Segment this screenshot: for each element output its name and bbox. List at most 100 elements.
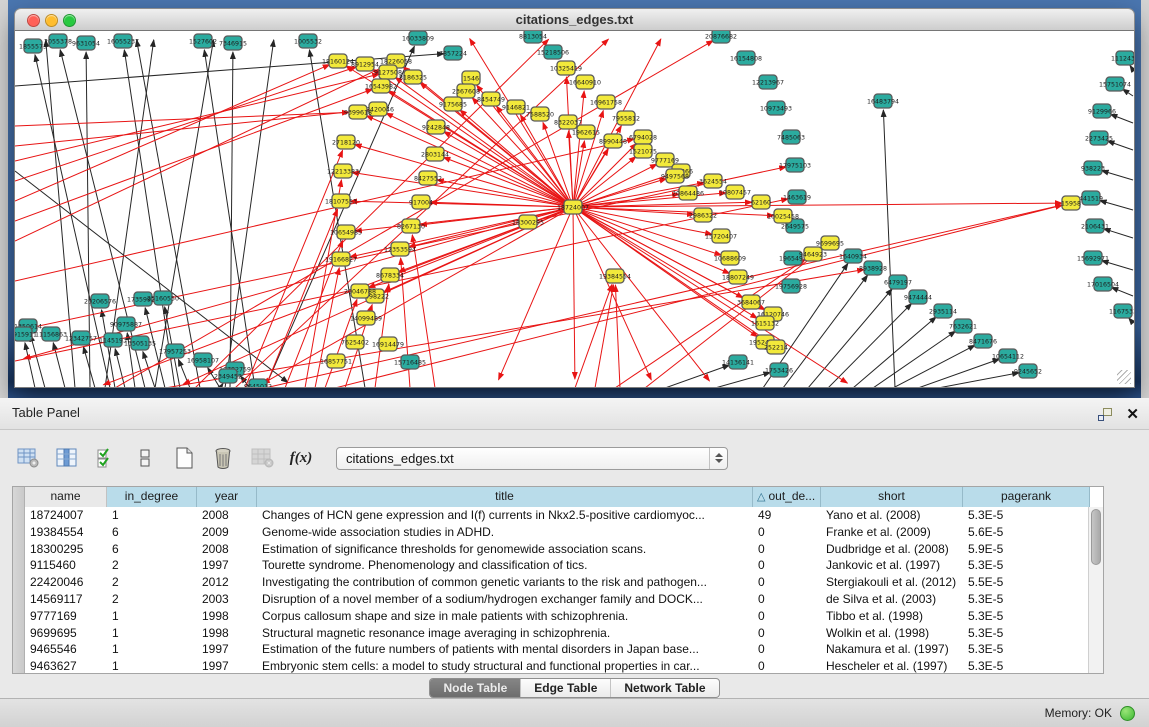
column-header-in_degree[interactable]: in_degree: [107, 487, 197, 507]
column-visibility-icon[interactable]: [55, 446, 79, 470]
delete-icon[interactable]: [211, 446, 235, 470]
network-node-teal[interactable]: 7346915: [219, 36, 247, 50]
network-node-yellow[interactable]: 16914479: [372, 337, 404, 351]
network-node-yellow[interactable]: 18107553: [325, 194, 357, 208]
network-node-yellow[interactable]: 6794028: [629, 130, 657, 144]
network-node-teal[interactable]: 7485063: [777, 130, 805, 144]
table-row[interactable]: 911546021997Tourette syndrome. Phenomeno…: [25, 557, 1088, 574]
table-row[interactable]: 977716911998Corpus callosum shape and si…: [25, 608, 1088, 625]
memory-status-indicator[interactable]: [1120, 706, 1135, 721]
network-node-teal[interactable]: 16483794: [867, 94, 899, 108]
network-edge-black[interactable]: [715, 372, 770, 388]
function-builder-icon[interactable]: f(x): [289, 446, 313, 470]
column-header-out_de[interactable]: △out_de...: [753, 487, 821, 507]
network-edge-red[interactable]: [444, 132, 573, 207]
network-node-teal[interactable]: 1167533: [1109, 304, 1134, 318]
network-edge-black[interactable]: [1129, 318, 1133, 323]
network-edge-red[interactable]: [573, 207, 709, 381]
window-resize-grip[interactable]: [1117, 370, 1131, 384]
table-selector-dropdown[interactable]: citations_edges.txt: [336, 447, 728, 470]
network-edge-red[interactable]: [235, 39, 608, 388]
network-node-teal[interactable]: 9474444: [904, 290, 932, 304]
network-node-yellow[interactable]: 9242848: [422, 120, 450, 134]
network-node-yellow[interactable]: 2718120: [332, 135, 360, 149]
network-node-teal[interactable]: 16958107: [187, 353, 219, 367]
network-node-teal[interactable]: 9129966: [1088, 104, 1116, 118]
column-header-title[interactable]: title: [257, 487, 753, 507]
close-panel-icon[interactable]: ✕: [1126, 407, 1139, 422]
network-node-teal[interactable]: 1005532: [294, 34, 322, 48]
table-row[interactable]: 1456911722003Disruption of a novel membe…: [25, 591, 1088, 608]
table-row[interactable]: 1938455462009Genome-wide association stu…: [25, 524, 1088, 541]
network-node-teal[interactable]: 13505135: [124, 336, 156, 350]
tab-edge-table[interactable]: Edge Table: [521, 679, 611, 697]
network-node-teal[interactable]: 9245652: [1014, 364, 1042, 378]
network-edge-black[interactable]: [1122, 89, 1133, 96]
network-edge-black[interactable]: [665, 365, 730, 388]
network-node-teal[interactable]: 14136141: [722, 355, 754, 369]
network-node-teal[interactable]: 938223: [1081, 161, 1105, 175]
select-columns-icon[interactable]: [94, 446, 118, 470]
network-edge-red[interactable]: [315, 268, 339, 388]
network-edge-black[interactable]: [30, 335, 45, 388]
network-node-yellow[interactable]: 252214: [764, 340, 788, 354]
rows-icon[interactable]: [133, 446, 157, 470]
network-edge-red[interactable]: [15, 110, 369, 146]
network-node-yellow[interactable]: 16640910: [569, 75, 601, 89]
network-node-yellow[interactable]: 7588520: [526, 107, 554, 121]
network-edge-black[interactable]: [1110, 114, 1133, 123]
network-node-teal[interactable]: 7857224: [439, 46, 467, 60]
network-edge-red[interactable]: [573, 157, 636, 207]
network-edge-red[interactable]: [335, 205, 1062, 388]
network-node-teal[interactable]: 10973493: [760, 101, 792, 115]
network-edge-black[interactable]: [1102, 171, 1133, 180]
network-edge-red[interactable]: [15, 65, 330, 201]
network-node-teal[interactable]: 6479197: [884, 275, 912, 289]
window-titlebar[interactable]: citations_edges.txt: [14, 8, 1135, 31]
network-edge-red[interactable]: [15, 112, 349, 126]
network-edge-black[interactable]: [938, 373, 1019, 388]
network-node-teal[interactable]: 8813054: [519, 31, 547, 43]
network-node-yellow[interactable]: 2367608: [452, 84, 480, 98]
network-node-yellow[interactable]: 2803144: [421, 147, 449, 161]
network-canvas[interactable]: 1603380978572248813054152185062087668216…: [14, 31, 1135, 388]
network-node-teal[interactable]: 16154808: [730, 51, 762, 65]
network-node-teal[interactable]: 10654112: [992, 349, 1024, 363]
network-node-teal[interactable]: 20876682: [705, 31, 737, 43]
network-node-teal[interactable]: 2106431: [1081, 219, 1109, 233]
network-edge-black[interactable]: [1107, 141, 1133, 150]
tab-node-table[interactable]: Node Table: [430, 679, 521, 697]
network-node-yellow[interactable]: 10807457: [719, 185, 751, 199]
table-mode-icon[interactable]: [16, 446, 40, 470]
network-node-teal[interactable]: 9631054: [72, 36, 100, 50]
network-node-yellow[interactable]: 15720407: [705, 229, 737, 243]
network-edge-black[interactable]: [220, 383, 223, 388]
network-node-teal[interactable]: 1145193: [99, 333, 127, 347]
network-node-teal[interactable]: 2055378: [44, 34, 72, 48]
network-node-teal[interactable]: 16055237: [107, 34, 139, 48]
network-node-yellow[interactable]: 10688609: [714, 251, 746, 265]
network-node-yellow[interactable]: 62160: [751, 195, 771, 209]
network-node-yellow[interactable]: 15958: [1061, 196, 1081, 210]
network-node-yellow[interactable]: 7955812: [612, 111, 640, 125]
network-node-teal[interactable]: 19756928: [775, 279, 807, 293]
scrollbar-thumb[interactable]: [1091, 509, 1101, 565]
network-node-yellow[interactable]: 2986322: [689, 208, 717, 222]
network-node-teal[interactable]: 15692971: [1077, 251, 1109, 265]
network-node-yellow[interactable]: 16961758: [590, 95, 622, 109]
network-edge-black[interactable]: [1100, 200, 1133, 210]
network-node-teal[interactable]: 12213967: [752, 75, 784, 89]
table-row[interactable]: 2242004622012Investigating the contribut…: [25, 574, 1088, 591]
column-header-pagerank[interactable]: pagerank: [963, 487, 1090, 507]
network-node-teal[interactable]: 1463619: [783, 190, 811, 204]
network-edge-red[interactable]: [566, 77, 573, 207]
network-edge-red[interactable]: [575, 284, 612, 388]
network-edge-red[interactable]: [573, 207, 575, 379]
column-header-year[interactable]: year: [197, 487, 257, 507]
network-node-teal[interactable]: 1112437: [1111, 51, 1134, 65]
network-node-teal[interactable]: 16033809: [402, 31, 434, 45]
network-node-yellow[interactable]: 8267130: [397, 219, 425, 233]
network-node-teal[interactable]: 15751074: [1099, 77, 1131, 91]
network-edge-black[interactable]: [1111, 287, 1133, 296]
network-node-yellow[interactable]: 10325419: [550, 61, 582, 75]
